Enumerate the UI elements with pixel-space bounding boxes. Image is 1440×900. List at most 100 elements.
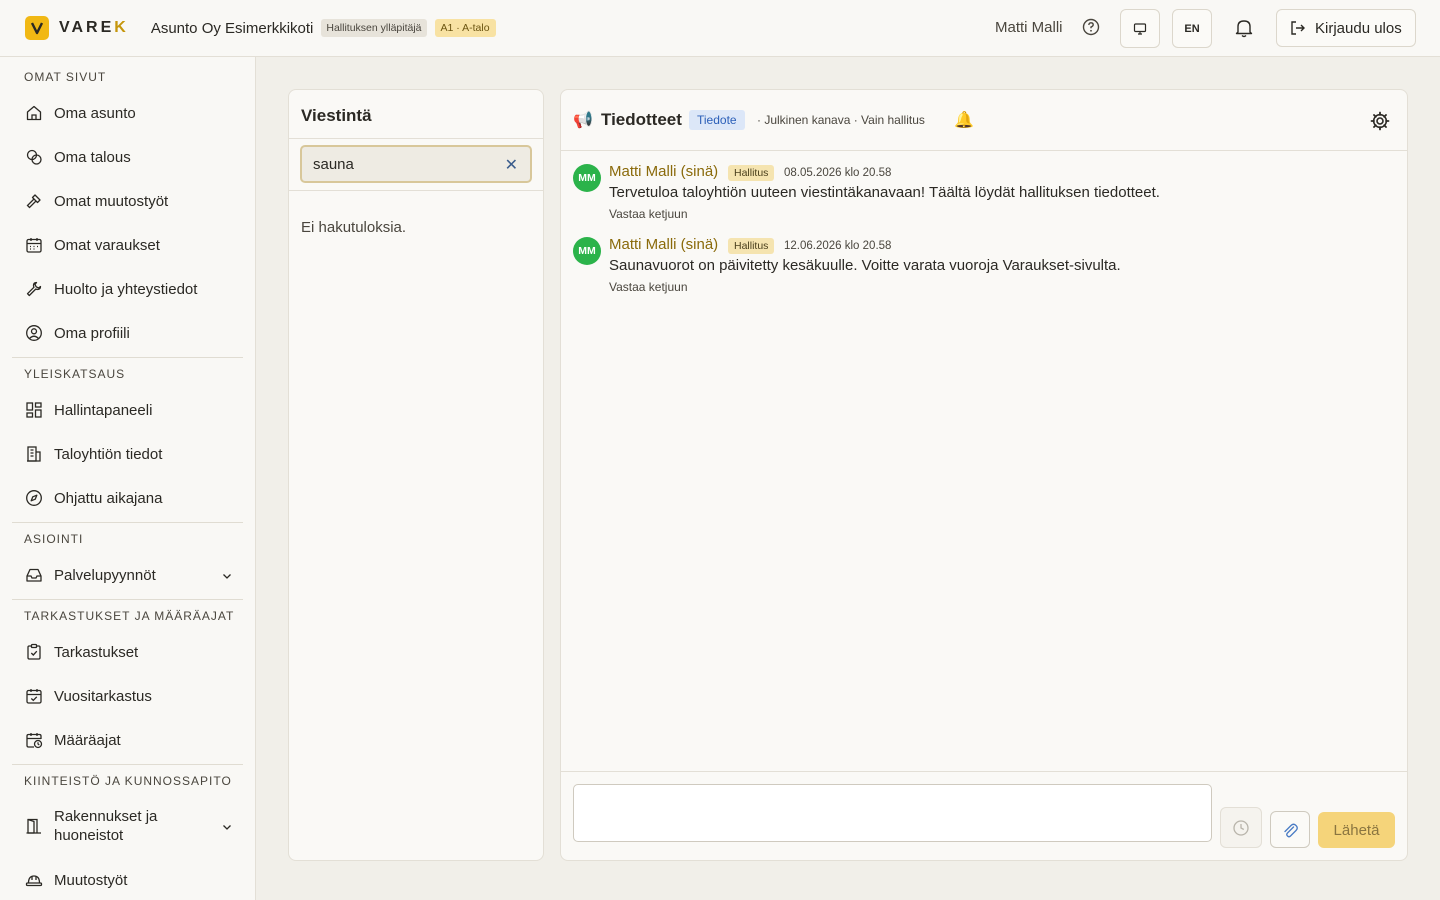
sidebar-item-label: Oma profiili [54, 324, 130, 342]
dashboard-icon [24, 400, 44, 420]
hammer-icon [24, 191, 44, 211]
divider [289, 190, 543, 191]
search-value: sauna [313, 155, 354, 173]
chevron-down-icon[interactable] [221, 820, 233, 837]
sidebar-item-rakennukset[interactable]: Rakennukset ja huoneistot [12, 799, 243, 853]
attach-file-button[interactable] [1270, 811, 1310, 848]
reply-in-thread-link[interactable]: Vastaa ketjuun [609, 280, 688, 294]
channel-name: Tiedotteet [601, 110, 682, 129]
send-button[interactable]: Lähetä [1318, 812, 1395, 848]
paperclip-icon [1284, 823, 1298, 837]
language-button[interactable]: EN [1172, 9, 1212, 48]
sidebar-item-omat-varaukset[interactable]: Omat varaukset [12, 225, 243, 265]
sidebar-item-label: Tarkastukset [54, 643, 139, 661]
brand-logo-mark [25, 16, 49, 40]
channel-header: 📢 Tiedotteet Tiedote · Julkinen kanava ·… [561, 90, 1407, 151]
brand-logo[interactable]: VAREK [25, 16, 129, 40]
sidebar-item-label: Omat muutostyöt [54, 192, 169, 210]
hardhat-icon [24, 870, 44, 890]
sidebar-item-label: Rakennukset ja huoneistot [54, 808, 158, 844]
display-mode-button[interactable] [1120, 9, 1160, 48]
sidebar-item-hallintapaneeli[interactable]: Hallintapaneeli [12, 390, 243, 430]
empty-results-text: Ei hakutuloksia. [301, 219, 407, 236]
calendar-check-icon [24, 686, 44, 706]
coins-icon [24, 147, 44, 167]
sidebar-section-title: YLEISKATSAUS [24, 367, 126, 381]
logout-button[interactable]: Kirjaudu ulos [1276, 9, 1416, 47]
message-author[interactable]: Matti Malli (sinä) [609, 236, 718, 253]
sidebar-item-palvelupyynnot[interactable]: Palvelupyynnöt [12, 555, 243, 595]
message-timestamp: 08.05.2026 klo 20.58 [784, 167, 892, 179]
sidebar-item-oma-asunto[interactable]: Oma asunto [12, 93, 243, 133]
sidebar-item-label: Oma asunto [54, 104, 136, 122]
sidebar-divider [12, 357, 243, 358]
sidebar-item-omat-muutostyot[interactable]: Omat muutostyöt [12, 181, 243, 221]
role-badge: Hallituksen ylläpitäjä [321, 19, 427, 37]
chat-panel: 📢 Tiedotteet Tiedote · Julkinen kanava ·… [560, 89, 1408, 861]
channel-type-badge: Tiedote [689, 110, 745, 130]
apartment-badge: A1 · A-talo [434, 19, 496, 37]
gear-icon[interactable] [1369, 110, 1391, 132]
door-icon [24, 816, 44, 836]
sidebar-item-label: Hallintapaneeli [54, 401, 153, 419]
sidebar-item-label: Määräajat [54, 731, 121, 749]
sidebar-divider [12, 522, 243, 523]
logout-icon [1291, 21, 1305, 35]
notifications-bell-icon[interactable] [1234, 17, 1254, 39]
user-name: Matti Malli [995, 19, 1063, 36]
sidebar-item-huolto[interactable]: Huolto ja yhteystiedot [12, 269, 243, 309]
sidebar-item-oma-talous[interactable]: Oma talous [12, 137, 243, 177]
organization-name: Asunto Oy Esimerkkikoti [150, 19, 314, 37]
inbox-icon [24, 565, 44, 585]
brand-name: VAREK [59, 19, 129, 36]
message-composer-input[interactable] [573, 784, 1212, 842]
avatar: MM [573, 164, 601, 192]
sidebar-item-oma-profiili[interactable]: Oma profiili [12, 313, 243, 353]
home-icon [24, 103, 44, 123]
chevron-down-icon[interactable] [221, 569, 233, 586]
sidebar-item-label: Huolto ja yhteystiedot [54, 280, 198, 298]
help-icon[interactable] [1081, 17, 1101, 37]
message-body: Saunavuorot on päivitetty kesäkuulle. Vo… [609, 257, 1121, 274]
wrench-icon [24, 279, 44, 299]
message-author[interactable]: Matti Malli (sinä) [609, 163, 718, 180]
logout-label: Kirjaudu ulos [1315, 19, 1402, 37]
building-icon [24, 444, 44, 464]
sidebar-section-title: TARKASTUKSET JA MÄÄRÄAJAT [24, 609, 235, 623]
sidebar-item-vuositarkastus[interactable]: Vuositarkastus [12, 676, 243, 716]
reply-in-thread-link[interactable]: Vastaa ketjuun [609, 207, 688, 221]
sidebar: OMAT SIVUT Oma asunto Oma talous Omat mu… [0, 57, 256, 900]
clear-search-icon[interactable]: ✕ [505, 155, 518, 175]
divider [561, 771, 1407, 772]
sidebar-divider [12, 599, 243, 600]
sidebar-section-title: ASIOINTI [24, 532, 84, 546]
calendar-clock-icon [24, 730, 44, 750]
sidebar-item-label: Palvelupyynnöt [54, 566, 156, 584]
compass-icon [24, 488, 44, 508]
clipboard-check-icon [24, 642, 44, 662]
user-circle-icon [24, 323, 44, 343]
avatar: MM [573, 237, 601, 265]
sidebar-divider [12, 764, 243, 765]
sidebar-item-label: Oma talous [54, 148, 131, 166]
calendar-icon [24, 235, 44, 255]
sidebar-item-taloyhtion-tiedot[interactable]: Taloyhtiön tiedot [12, 434, 243, 474]
sidebar-item-ohjattu-aikajana[interactable]: Ohjattu aikajana [12, 478, 243, 518]
channel-search-input[interactable]: sauna ✕ [300, 145, 532, 183]
megaphone-icon: 📢 [573, 112, 593, 129]
sidebar-section-title: OMAT SIVUT [24, 70, 107, 84]
sidebar-item-tarkastukset[interactable]: Tarkastukset [12, 632, 243, 672]
message-body: Tervetuloa taloyhtiön uuteen viestintäka… [609, 184, 1160, 201]
sidebar-item-label: Ohjattu aikajana [54, 489, 163, 507]
schedule-button[interactable] [1220, 807, 1262, 848]
sidebar-item-label: Muutostyöt [54, 871, 128, 889]
channel-meta: · Julkinen kanava · Vain hallitus [757, 113, 925, 127]
sidebar-item-maaraajat[interactable]: Määräajat [12, 720, 243, 760]
sidebar-item-muutostyot[interactable]: Muutostyöt [12, 860, 243, 900]
channel-list-panel: Viestintä sauna ✕ Ei hakutuloksia. [288, 89, 544, 861]
channel-notification-bell-icon[interactable]: 🔔 [954, 110, 974, 130]
sidebar-item-label: Omat varaukset [54, 236, 160, 254]
role-badge: Hallitus [728, 165, 775, 181]
channel-list-title: Viestintä [301, 106, 372, 125]
message-timestamp: 12.06.2026 klo 20.58 [784, 240, 892, 252]
